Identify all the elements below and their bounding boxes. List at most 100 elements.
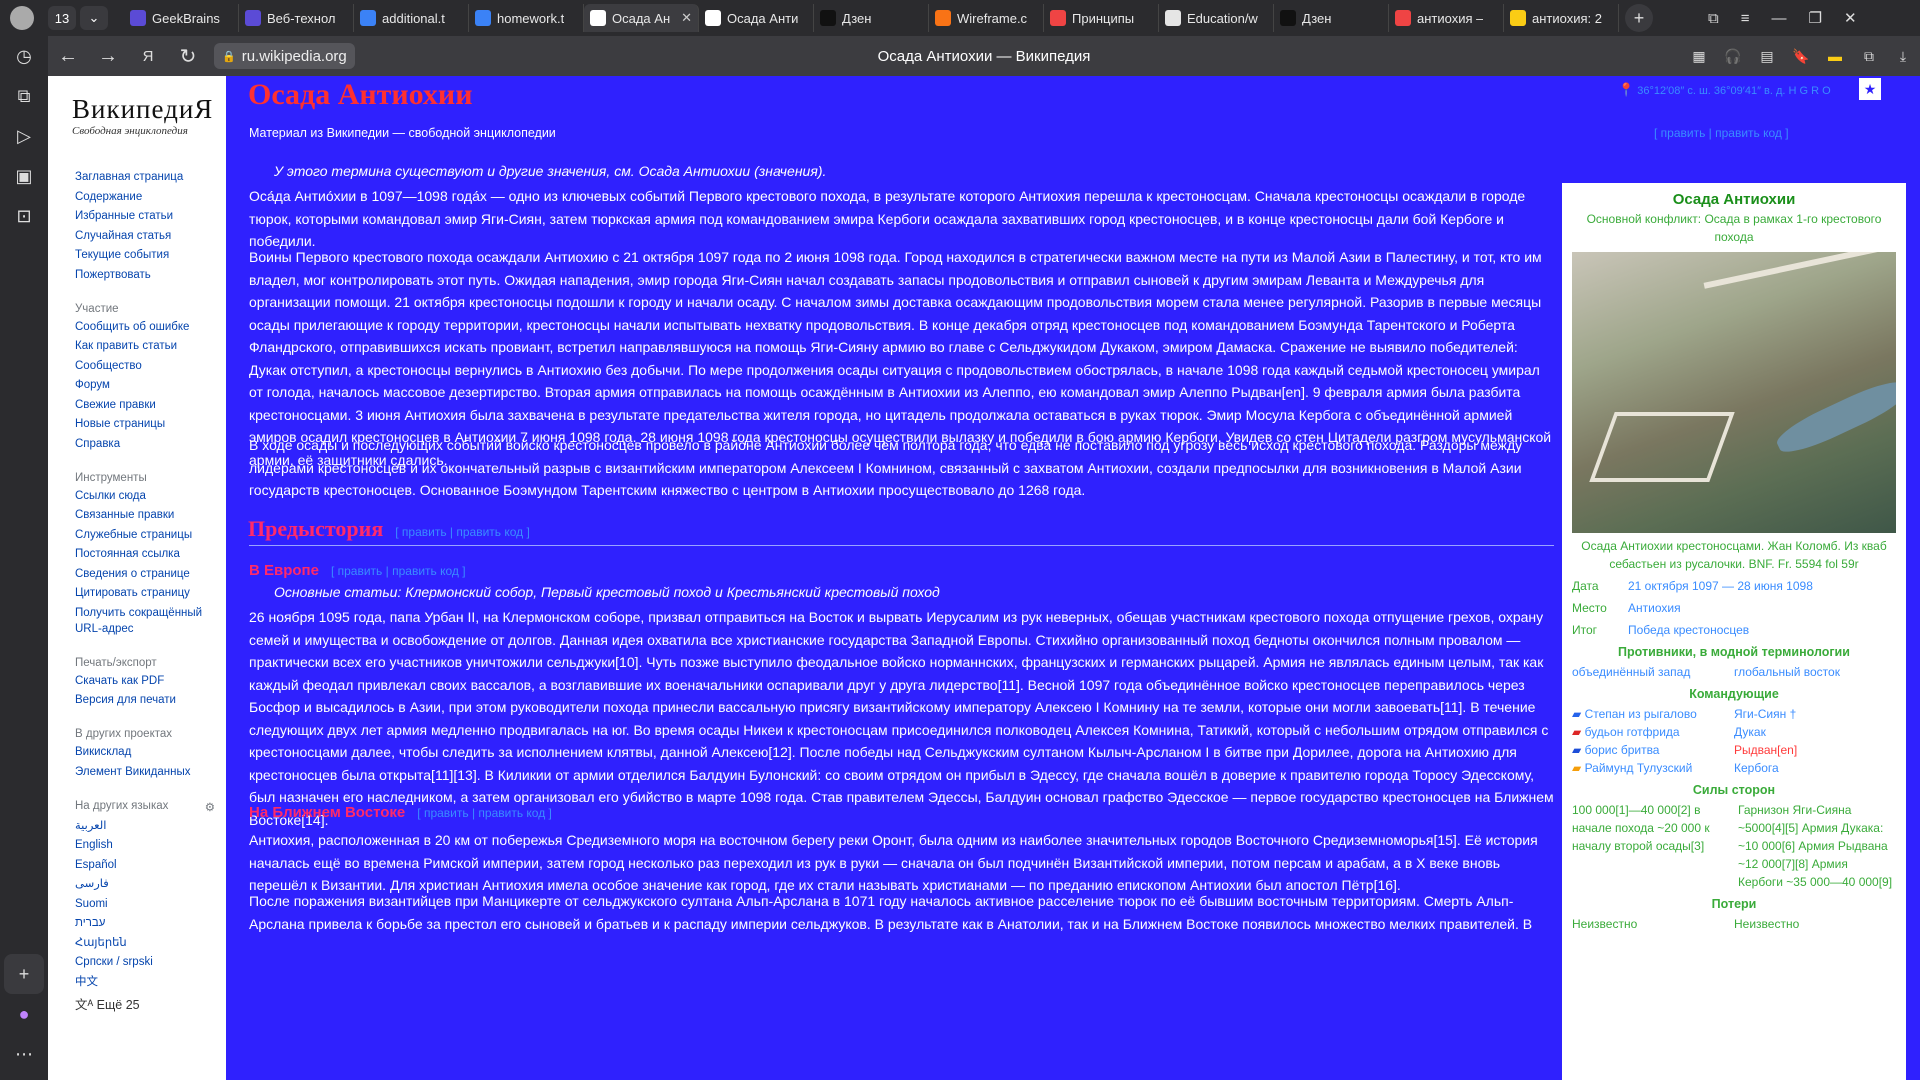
subsection-heading: В Европе [ править | править код ]: [249, 562, 466, 579]
siege-illustration[interactable]: [1572, 252, 1896, 533]
section-edit-links[interactable]: [ править | править код ]: [331, 564, 466, 578]
sidebar-export-link[interactable]: Версия для печати: [75, 692, 226, 708]
sidebar-language-link[interactable]: Српски / srpski: [75, 954, 226, 970]
reload-icon[interactable]: ↻: [168, 44, 208, 69]
more-icon[interactable]: ⋯: [0, 1034, 48, 1074]
url-field[interactable]: 🔒 ru.wikipedia.org: [214, 43, 355, 69]
translate-icon: 文ᴬ: [75, 997, 94, 1012]
sidebar-nav-link[interactable]: Случайная статья: [75, 228, 226, 244]
tab-0[interactable]: GeekBrains: [124, 4, 239, 32]
back-icon[interactable]: ←: [48, 45, 88, 68]
sidebar-tool-link[interactable]: Связанные правки: [75, 507, 210, 523]
row-value[interactable]: Победа крестоносцев: [1628, 621, 1749, 639]
sidebar-tool-link[interactable]: Служебные страницы: [75, 527, 210, 543]
sidebar-project-link[interactable]: Викисклад: [75, 744, 226, 760]
sidebar-tool-link[interactable]: Ссылки сюда: [75, 488, 210, 504]
tab-5[interactable]: Осада Анти: [699, 4, 814, 32]
gear-icon[interactable]: ⚙: [205, 800, 215, 814]
tab-1[interactable]: Веб-технол: [239, 4, 354, 32]
commander-link[interactable]: ▰ Степан из рыгалово: [1572, 705, 1734, 723]
tab-7[interactable]: Wireframe.c: [929, 4, 1044, 32]
tab-10[interactable]: Дзен: [1274, 4, 1389, 32]
bookmarks-icon[interactable]: ⧉: [1708, 10, 1719, 27]
extensions-icon[interactable]: ▦: [1682, 48, 1716, 65]
sidebar-export-link[interactable]: Скачать как PDF: [75, 673, 226, 689]
tab-6[interactable]: Дзен: [814, 4, 929, 32]
sidebar-language-link[interactable]: Español: [75, 857, 226, 873]
sidebar-tool-link[interactable]: Цитировать страницу: [75, 585, 210, 601]
sidebar-nav-link[interactable]: Пожертвовать: [75, 267, 226, 283]
history-icon[interactable]: ◷: [0, 36, 48, 76]
edit-links-top[interactable]: [ править | править код ]: [1654, 126, 1789, 140]
sidebar-participation-link[interactable]: Форум: [75, 377, 226, 393]
tab-3[interactable]: homework.t: [469, 4, 584, 32]
tab-11[interactable]: антиохия –: [1389, 4, 1504, 32]
screenshot-icon[interactable]: ⊡: [0, 196, 48, 236]
commander-link[interactable]: Рыдван[en]: [1734, 741, 1896, 759]
minimize-icon[interactable]: —: [1771, 10, 1786, 27]
more-languages[interactable]: 文ᴬ Ещё 25: [75, 994, 226, 1013]
collections-icon[interactable]: ⧉: [0, 76, 48, 116]
commander-link[interactable]: ▰ будьон готфрида: [1572, 723, 1734, 741]
section-edit-links[interactable]: [ править | править код ]: [417, 806, 552, 820]
row-value[interactable]: 21 октября 1097 — 28 июня 1098: [1628, 577, 1813, 595]
sidebar-tool-link[interactable]: Получить сокращённый URL-адрес: [75, 605, 210, 637]
sidebar-language-link[interactable]: Suomi: [75, 896, 226, 912]
sidebar-project-link[interactable]: Элемент Викиданных: [75, 764, 226, 780]
tabs-menu-chevron-icon[interactable]: ⌄: [80, 6, 108, 30]
new-tab-button[interactable]: +: [1625, 4, 1653, 32]
row-value[interactable]: Антиохия: [1628, 599, 1681, 617]
sidebar-language-link[interactable]: فارسی: [75, 876, 226, 892]
sidebar-nav-link[interactable]: Содержание: [75, 189, 226, 205]
sidebar-tool-link[interactable]: Сведения о странице: [75, 566, 210, 582]
yellow-extension-icon[interactable]: ▬: [1818, 48, 1852, 64]
profile-avatar[interactable]: [10, 6, 34, 30]
forward-icon[interactable]: →: [88, 45, 128, 68]
tab-count-button[interactable]: 13: [48, 6, 76, 30]
commander-link[interactable]: Кербога: [1734, 759, 1896, 777]
commander-link[interactable]: ▰ Раймунд Тулузский: [1572, 759, 1734, 777]
yandex-icon[interactable]: Я: [128, 48, 168, 65]
tab-2[interactable]: additional.t: [354, 4, 469, 32]
tab-8[interactable]: Принципы: [1044, 4, 1159, 32]
download-icon[interactable]: ⤓: [1886, 48, 1920, 65]
commander-link[interactable]: ▰ борис бритва: [1572, 741, 1734, 759]
headphones-icon[interactable]: 🎧: [1716, 48, 1750, 65]
sidebar-language-link[interactable]: עברית: [75, 915, 226, 931]
sidebar-participation-link[interactable]: Справка: [75, 436, 226, 452]
sidebar-tool-link[interactable]: Постоянная ссылка: [75, 546, 210, 562]
menu-icon[interactable]: ≡: [1741, 10, 1750, 27]
sidebar-participation-link[interactable]: Сообщить об ошибке: [75, 319, 226, 335]
sidebar-participation-link[interactable]: Сообщество: [75, 358, 226, 374]
sidebar-language-link[interactable]: العربية: [75, 818, 226, 834]
sidebar-participation-link[interactable]: Свежие правки: [75, 397, 226, 413]
sidebar-language-link[interactable]: 中文: [75, 974, 226, 990]
alice-icon[interactable]: ●: [0, 994, 48, 1034]
commander-link[interactable]: Дукак: [1734, 723, 1896, 741]
section-edit-links[interactable]: [ править | править код ]: [395, 525, 530, 539]
sidebar-participation-link[interactable]: Как править статьи: [75, 338, 226, 354]
collections-icon[interactable]: ⧉: [1852, 48, 1886, 65]
add-panel-icon[interactable]: +: [4, 954, 44, 994]
commander-link[interactable]: Яги-Сиян †: [1734, 705, 1896, 723]
tab-9[interactable]: Education/w: [1159, 4, 1274, 32]
close-tab-icon[interactable]: ✕: [681, 10, 692, 26]
sidebar-participation-link[interactable]: Новые страницы: [75, 416, 226, 432]
sidebar-language-link[interactable]: Հայերեն: [75, 935, 226, 951]
close-window-icon[interactable]: ✕: [1844, 9, 1857, 27]
sidebar-nav-link[interactable]: Текущие события: [75, 247, 226, 263]
bookmark-icon[interactable]: 🔖: [1784, 48, 1818, 65]
tabs-count-icon[interactable]: ▣: [0, 156, 48, 196]
sidebar-nav-link[interactable]: Заглавная страница: [75, 169, 226, 185]
coordinates[interactable]: 📍 36°12′08″ с. ш. 36°09′41″ в. д. H G R …: [1618, 82, 1831, 98]
opponent-right[interactable]: глобальный восток: [1734, 663, 1896, 681]
tab-12[interactable]: антиохия: 2: [1504, 4, 1619, 32]
sidebar-language-link[interactable]: English: [75, 837, 226, 853]
maximize-icon[interactable]: ❐: [1808, 9, 1821, 27]
reader-icon[interactable]: ▤: [1750, 48, 1784, 65]
wiki-logo[interactable]: ВикипедиЯ: [72, 94, 226, 125]
play-icon[interactable]: ▷: [0, 116, 48, 156]
tab-4[interactable]: Осада Ан ✕: [584, 4, 699, 32]
sidebar-nav-link[interactable]: Избранные статьи: [75, 208, 226, 224]
opponent-left[interactable]: объединённый запад: [1572, 663, 1734, 681]
